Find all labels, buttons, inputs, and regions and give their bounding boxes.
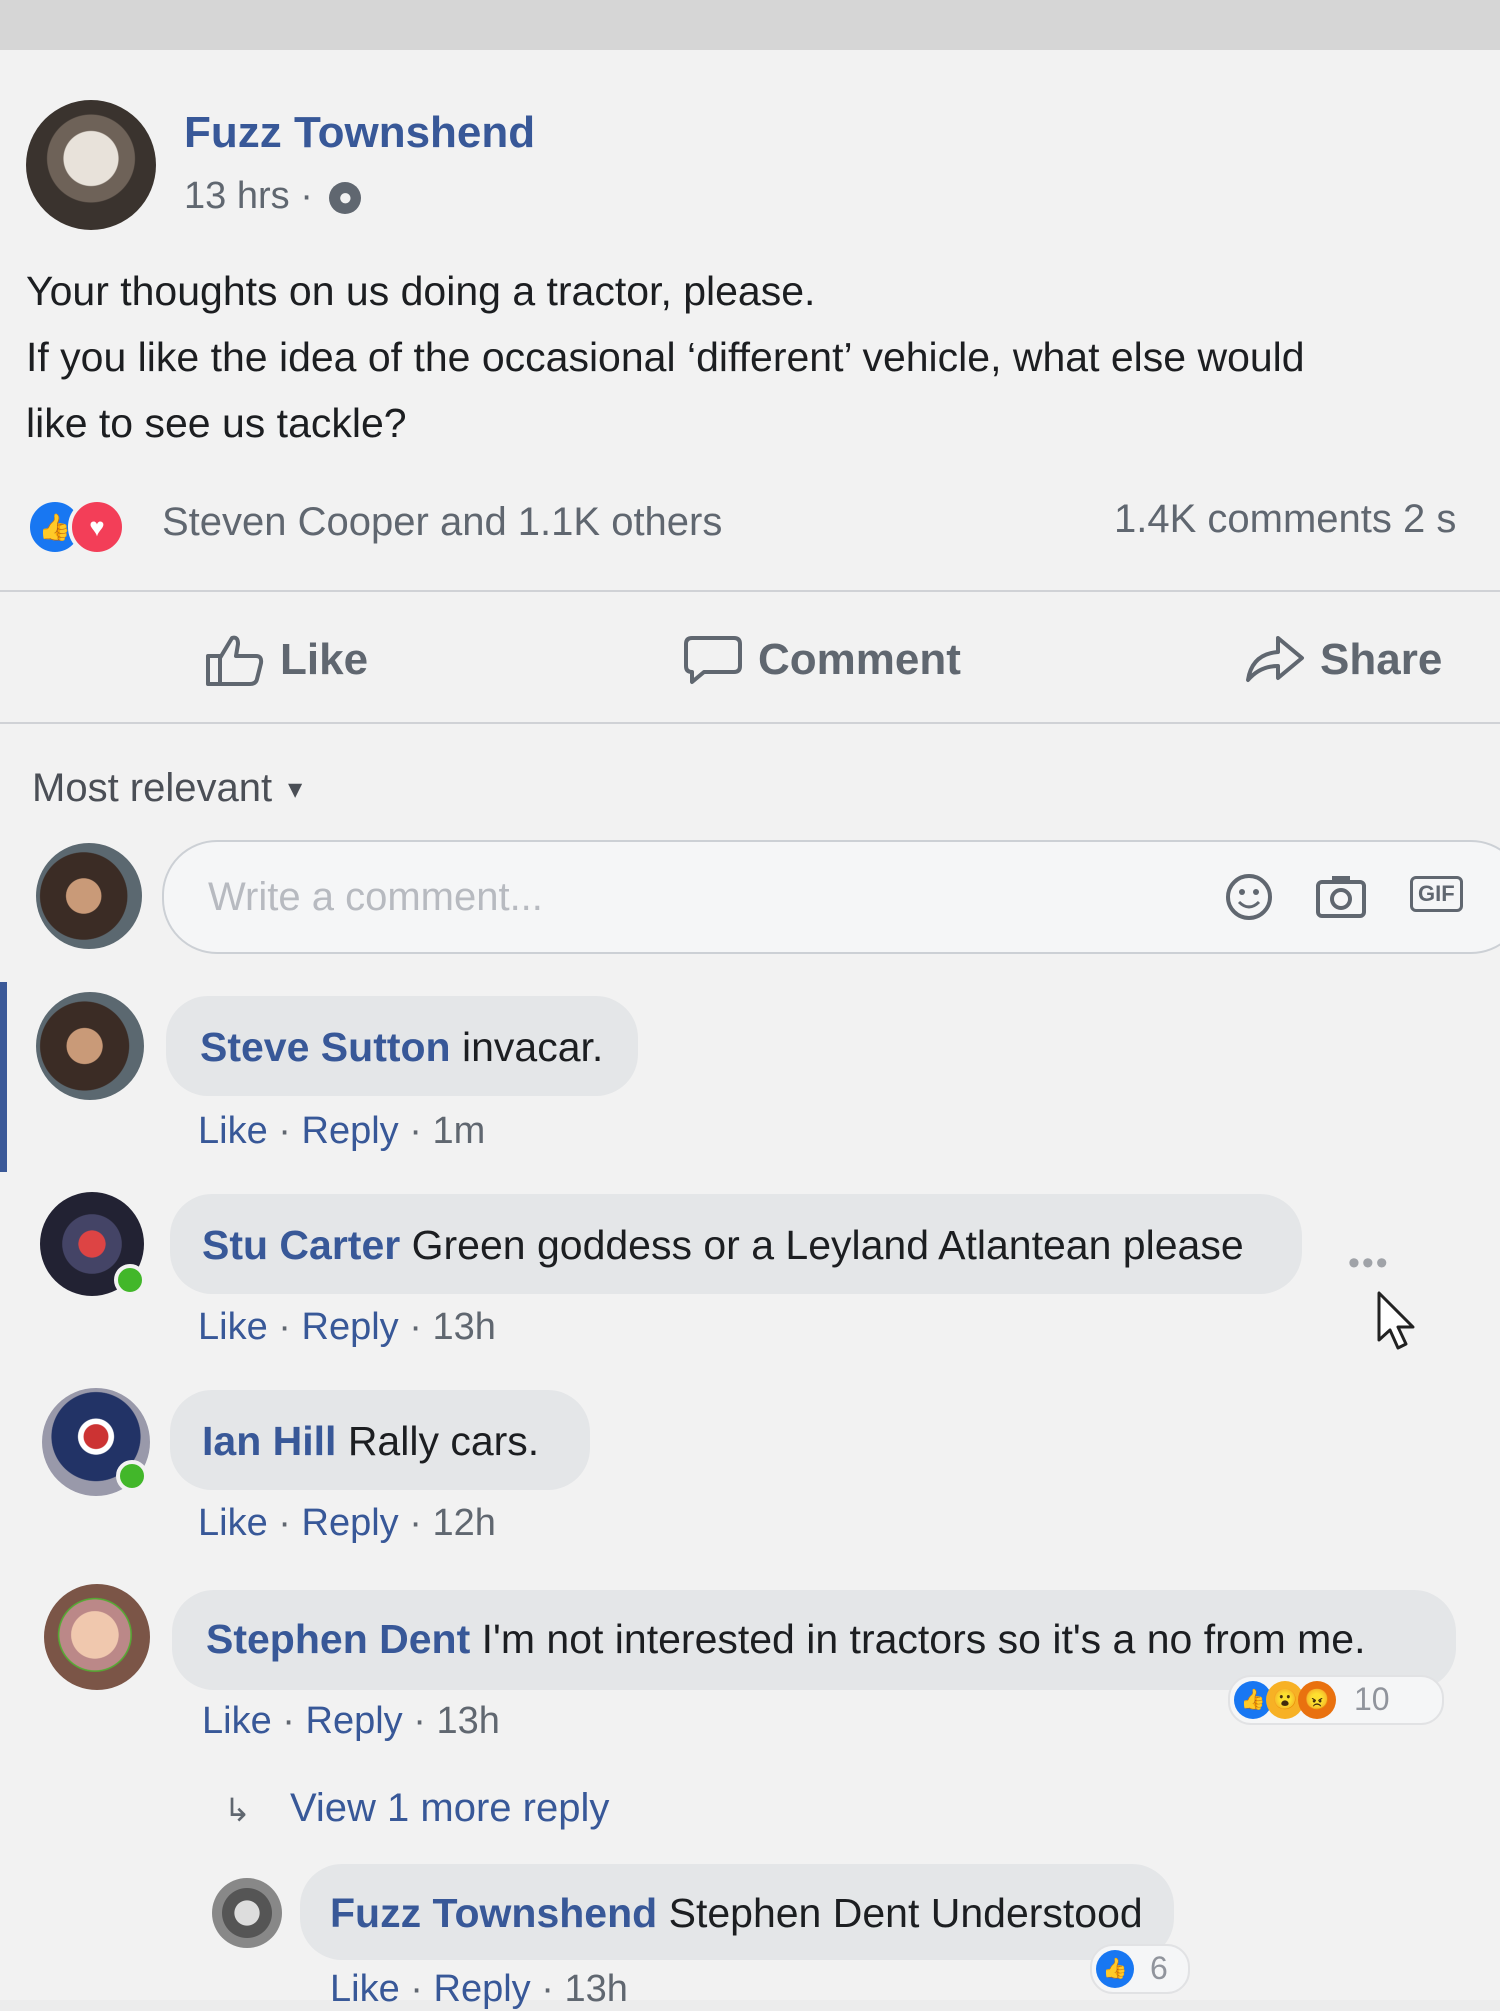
comment-reply-link[interactable]: Reply xyxy=(302,1110,399,1152)
comment-actions: Like · Reply · 13h xyxy=(198,1306,496,1348)
comment-text: Stephen Dent I'm not interested in tract… xyxy=(206,1616,1365,1663)
view-more-replies-label: View 1 more reply xyxy=(289,1786,610,1830)
comment-sort-dropdown[interactable]: Most relevant ▼ xyxy=(32,766,307,811)
comment-like-link[interactable]: Like xyxy=(202,1700,272,1742)
comment-time[interactable]: 1m xyxy=(432,1110,485,1152)
like-button[interactable]: Like xyxy=(204,630,368,690)
mouse-cursor-icon xyxy=(1377,1291,1415,1350)
comment-text: Steve Sutton invacar. xyxy=(200,1024,603,1071)
comment-input[interactable] xyxy=(206,870,910,924)
comment-time[interactable]: 13h xyxy=(436,1700,499,1742)
post-author-avatar[interactable] xyxy=(26,100,156,230)
online-status-dot xyxy=(114,1264,146,1296)
reaction-count: 10 xyxy=(1354,1681,1390,1717)
comment-actions: Like · Reply · 12h xyxy=(198,1502,496,1544)
sort-label: Most relevant xyxy=(32,766,273,810)
comment-like-link[interactable]: Like xyxy=(198,1110,268,1152)
comment-reply-link[interactable]: Reply xyxy=(306,1700,403,1742)
post-author-name[interactable]: Fuzz Townshend xyxy=(184,108,535,158)
thumbs-up-icon xyxy=(206,635,264,686)
share-button[interactable]: Share xyxy=(1244,630,1442,690)
love-reaction-icon: ♥ xyxy=(68,498,126,556)
reaction-icons[interactable]: 👍 ♥ xyxy=(26,498,156,556)
comment-actions: Like · Reply · 13h xyxy=(202,1700,500,1742)
angry-reaction-icon: 😠 xyxy=(1298,1681,1336,1719)
comment-reaction-summary[interactable]: 👍 😮 😠 10 xyxy=(1228,1675,1444,1725)
post-meta: 13 hrs · ● xyxy=(184,175,362,218)
comment-composer[interactable]: GIF xyxy=(162,840,1500,954)
commenter-avatar[interactable] xyxy=(36,992,144,1100)
emoji-icon[interactable] xyxy=(1224,872,1274,927)
comment-body: Rally cars. xyxy=(347,1418,540,1464)
reply-body: Stephen Dent Understood xyxy=(668,1890,1143,1936)
comment-actions: Like · Reply · 1m xyxy=(198,1110,486,1152)
comment-body: invacar. xyxy=(462,1024,604,1070)
comment-time[interactable]: 13h xyxy=(432,1306,495,1348)
comment-button-label: Comment xyxy=(758,635,961,684)
comment-button[interactable]: Comment xyxy=(682,630,961,690)
comment-like-link[interactable]: Like xyxy=(198,1502,268,1544)
reply-arrow-icon: ↳ xyxy=(224,1792,251,1828)
post-text-line-1: Your thoughts on us doing a tractor, ple… xyxy=(26,268,816,314)
view-more-replies-link[interactable]: ↳ View 1 more reply xyxy=(224,1786,609,1831)
comment-text: Stu Carter Green goddess or a Leyland At… xyxy=(202,1222,1244,1269)
commenter-name[interactable]: Stu Carter xyxy=(202,1222,400,1268)
post-time[interactable]: 13 hrs xyxy=(184,175,290,217)
reply-actions: Like · Reply · 13h xyxy=(330,1968,628,2010)
commenter-name[interactable]: Ian Hill xyxy=(202,1418,336,1464)
active-comment-marker xyxy=(0,982,7,1172)
comment-reply-link[interactable]: Reply xyxy=(302,1306,399,1348)
post-text-line-3: like to see us tackle? xyxy=(26,400,407,446)
comment-body: Green goddess or a Leyland Atlantean ple… xyxy=(411,1222,1244,1268)
caret-down-icon: ▼ xyxy=(283,776,307,804)
commenter-name[interactable]: Steve Sutton xyxy=(200,1024,451,1070)
top-band xyxy=(0,0,1500,50)
commenter-name[interactable]: Stephen Dent xyxy=(206,1616,470,1662)
reply-reply-link[interactable]: Reply xyxy=(434,1968,531,2010)
post-text-line-2: If you like the idea of the occasional ‘… xyxy=(26,334,1305,380)
comment-share-counts[interactable]: 1.4K comments 2 s xyxy=(1114,497,1456,542)
public-globe-icon: ● xyxy=(329,181,362,214)
divider xyxy=(0,722,1500,724)
camera-icon[interactable] xyxy=(1314,872,1368,927)
commenter-avatar[interactable] xyxy=(44,1584,150,1690)
reply-reaction-summary[interactable]: 👍 6 xyxy=(1090,1944,1190,1994)
gif-label: GIF xyxy=(1410,876,1463,912)
reply-time[interactable]: 13h xyxy=(564,1968,627,2010)
reply-author-avatar[interactable] xyxy=(212,1878,282,1948)
reply-like-link[interactable]: Like xyxy=(330,1968,400,2010)
gif-icon[interactable]: GIF xyxy=(1410,876,1463,912)
like-reaction-icon: 👍 xyxy=(1096,1950,1134,1988)
reactors-summary[interactable]: Steven Cooper and 1.1K others xyxy=(162,500,722,545)
comment-body: I'm not interested in tractors so it's a… xyxy=(481,1616,1366,1662)
comment-like-link[interactable]: Like xyxy=(198,1306,268,1348)
current-user-avatar xyxy=(36,843,142,949)
online-status-dot xyxy=(116,1460,148,1492)
comment-reply-link[interactable]: Reply xyxy=(302,1502,399,1544)
share-button-label: Share xyxy=(1320,635,1443,684)
share-arrow-icon xyxy=(1246,636,1304,682)
reply-text: Fuzz Townshend Stephen Dent Understood xyxy=(330,1890,1143,1937)
like-button-label: Like xyxy=(280,635,369,684)
comment-text: Ian Hill Rally cars. xyxy=(202,1418,539,1465)
more-options-icon[interactable]: ••• xyxy=(1348,1244,1390,1283)
comment-time[interactable]: 12h xyxy=(432,1502,495,1544)
reply-author-name[interactable]: Fuzz Townshend xyxy=(330,1890,657,1936)
speech-bubble-icon xyxy=(684,636,742,684)
divider xyxy=(0,590,1500,592)
reaction-count: 6 xyxy=(1150,1950,1168,1986)
